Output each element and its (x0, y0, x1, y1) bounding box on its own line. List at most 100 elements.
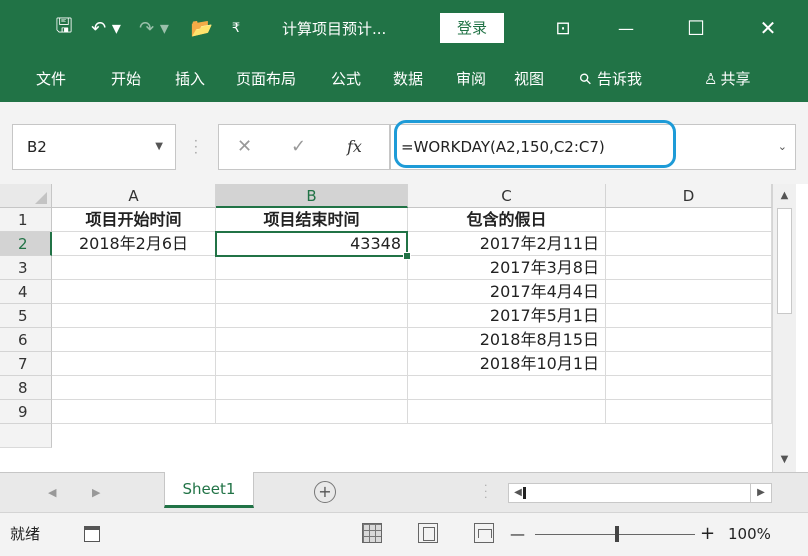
cell-a3[interactable] (52, 256, 216, 280)
splitter-handle[interactable]: · · · (194, 135, 198, 159)
cell-a7[interactable] (52, 352, 216, 376)
cell-c4[interactable]: 2017年4月4日 (408, 280, 606, 304)
cell-b6[interactable] (216, 328, 408, 352)
close-button[interactable]: ✕ (748, 0, 788, 56)
tab-insert[interactable]: 插入 (175, 56, 205, 102)
column-header-a[interactable]: A (52, 184, 216, 208)
cell-b5[interactable] (216, 304, 408, 328)
login-button[interactable]: 登录 (440, 0, 504, 56)
page-layout-view-icon[interactable] (418, 523, 438, 543)
cell-d4[interactable] (606, 280, 772, 304)
vertical-scroll-thumb[interactable] (777, 208, 792, 314)
cell-a6[interactable] (52, 328, 216, 352)
row-header-7[interactable]: 7 (0, 352, 52, 376)
cell-c5[interactable]: 2017年5月1日 (408, 304, 606, 328)
macro-record-icon[interactable] (84, 526, 100, 542)
vertical-scrollbar[interactable]: ▲ ▼ (772, 184, 796, 472)
row-header-1[interactable]: 1 (0, 208, 52, 232)
cell-c7[interactable]: 2018年10月1日 (408, 352, 606, 376)
row-header-6[interactable]: 6 (0, 328, 52, 352)
cell-d8[interactable] (606, 376, 772, 400)
row-header-10[interactable] (0, 424, 52, 448)
minimize-button[interactable]: — (606, 0, 646, 56)
customize-toolbar-icon[interactable]: ₹ (226, 0, 246, 56)
cell-c8[interactable] (408, 376, 606, 400)
cancel-icon[interactable]: ✕ (237, 125, 252, 169)
scroll-right-icon[interactable]: ▶ (750, 483, 772, 503)
scroll-down-icon[interactable]: ▼ (773, 450, 796, 470)
formula-input[interactable]: =WORKDAY(A2,150,C2:C7) ⌄ (390, 124, 796, 170)
cell-b3[interactable] (216, 256, 408, 280)
row-header-3[interactable]: 3 (0, 256, 52, 280)
column-header-b[interactable]: B (216, 184, 408, 208)
tab-review[interactable]: 审阅 (456, 56, 486, 102)
previous-sheet-icon[interactable]: ◀ (48, 473, 56, 513)
save-icon[interactable]: 🖫 (52, 0, 76, 56)
column-header-c[interactable]: C (408, 184, 606, 208)
cell-a2[interactable]: 2018年2月6日 (52, 232, 216, 256)
tab-formulas[interactable]: 公式 (331, 56, 361, 102)
cell-a9[interactable] (52, 400, 216, 424)
zoom-level[interactable]: 100% (728, 513, 771, 555)
cell-a5[interactable] (52, 304, 216, 328)
ribbon-display-options-icon[interactable]: ⊡ (548, 0, 578, 56)
sheet-tab-sheet1[interactable]: Sheet1 (164, 472, 254, 508)
cell-b2[interactable]: 43348 (216, 232, 408, 256)
tab-home[interactable]: 开始 (111, 56, 141, 102)
cell-b7[interactable] (216, 352, 408, 376)
horizontal-scroll-thumb[interactable] (523, 487, 526, 499)
enter-icon[interactable]: ✓ (291, 125, 306, 169)
cell-c2[interactable]: 2017年2月11日 (408, 232, 606, 256)
next-sheet-icon[interactable]: ▶ (92, 473, 100, 513)
cell-d3[interactable] (606, 256, 772, 280)
row-header-2[interactable]: 2 (0, 232, 52, 256)
zoom-in-button[interactable]: + (700, 513, 715, 555)
cell-d5[interactable] (606, 304, 772, 328)
redo-icon[interactable]: ↷ ▾ (134, 0, 174, 56)
cell-b1[interactable]: 项目结束时间 (216, 208, 408, 232)
expand-formula-bar-icon[interactable]: ⌄ (778, 125, 787, 169)
zoom-slider-thumb[interactable] (615, 526, 619, 542)
cell-d7[interactable] (606, 352, 772, 376)
scroll-up-icon[interactable]: ▲ (773, 186, 796, 206)
row-header-4[interactable]: 4 (0, 280, 52, 304)
tell-me-search[interactable]: ⚲告诉我 (575, 56, 642, 102)
tab-file[interactable]: 文件 (36, 56, 66, 102)
cell-a8[interactable] (52, 376, 216, 400)
cell-d6[interactable] (606, 328, 772, 352)
cell-c9[interactable] (408, 400, 606, 424)
tab-data[interactable]: 数据 (393, 56, 423, 102)
cell-c6[interactable]: 2018年8月15日 (408, 328, 606, 352)
undo-icon[interactable]: ↶ ▾ (86, 0, 126, 56)
cell-d1[interactable] (606, 208, 772, 232)
tab-view[interactable]: 视图 (514, 56, 544, 102)
cell-c1[interactable]: 包含的假日 (408, 208, 606, 232)
cell-b9[interactable] (216, 400, 408, 424)
horizontal-scrollbar[interactable]: ◀ (508, 483, 772, 503)
page-break-view-icon[interactable] (474, 523, 494, 543)
cell-b8[interactable] (216, 376, 408, 400)
column-header-d[interactable]: D (606, 184, 772, 208)
normal-view-icon[interactable] (362, 523, 382, 543)
tab-page-layout[interactable]: 页面布局 (236, 56, 296, 102)
zoom-out-button[interactable]: — (510, 513, 525, 555)
cell-a1[interactable]: 项目开始时间 (52, 208, 216, 232)
row-header-8[interactable]: 8 (0, 376, 52, 400)
add-sheet-icon[interactable]: + (314, 481, 336, 503)
row-header-5[interactable]: 5 (0, 304, 52, 328)
cell-d2[interactable] (606, 232, 772, 256)
cell-a4[interactable] (52, 280, 216, 304)
maximize-button[interactable]: ☐ (676, 0, 716, 56)
name-box[interactable]: B2 ▼ (12, 124, 176, 170)
open-file-icon[interactable]: 📂 (184, 0, 220, 56)
cell-b4[interactable] (216, 280, 408, 304)
select-all-button[interactable] (0, 184, 52, 208)
chevron-down-icon[interactable]: ▼ (155, 125, 163, 169)
cell-c3[interactable]: 2017年3月8日 (408, 256, 606, 280)
tab-splitter-handle[interactable]: · · · (484, 480, 488, 503)
row-header-9[interactable]: 9 (0, 400, 52, 424)
insert-function-icon[interactable]: fx (347, 125, 362, 169)
cell-d9[interactable] (606, 400, 772, 424)
status-bar: 就绪 — + 100% (0, 512, 808, 556)
share-button[interactable]: ♙ 共享 (704, 56, 750, 102)
